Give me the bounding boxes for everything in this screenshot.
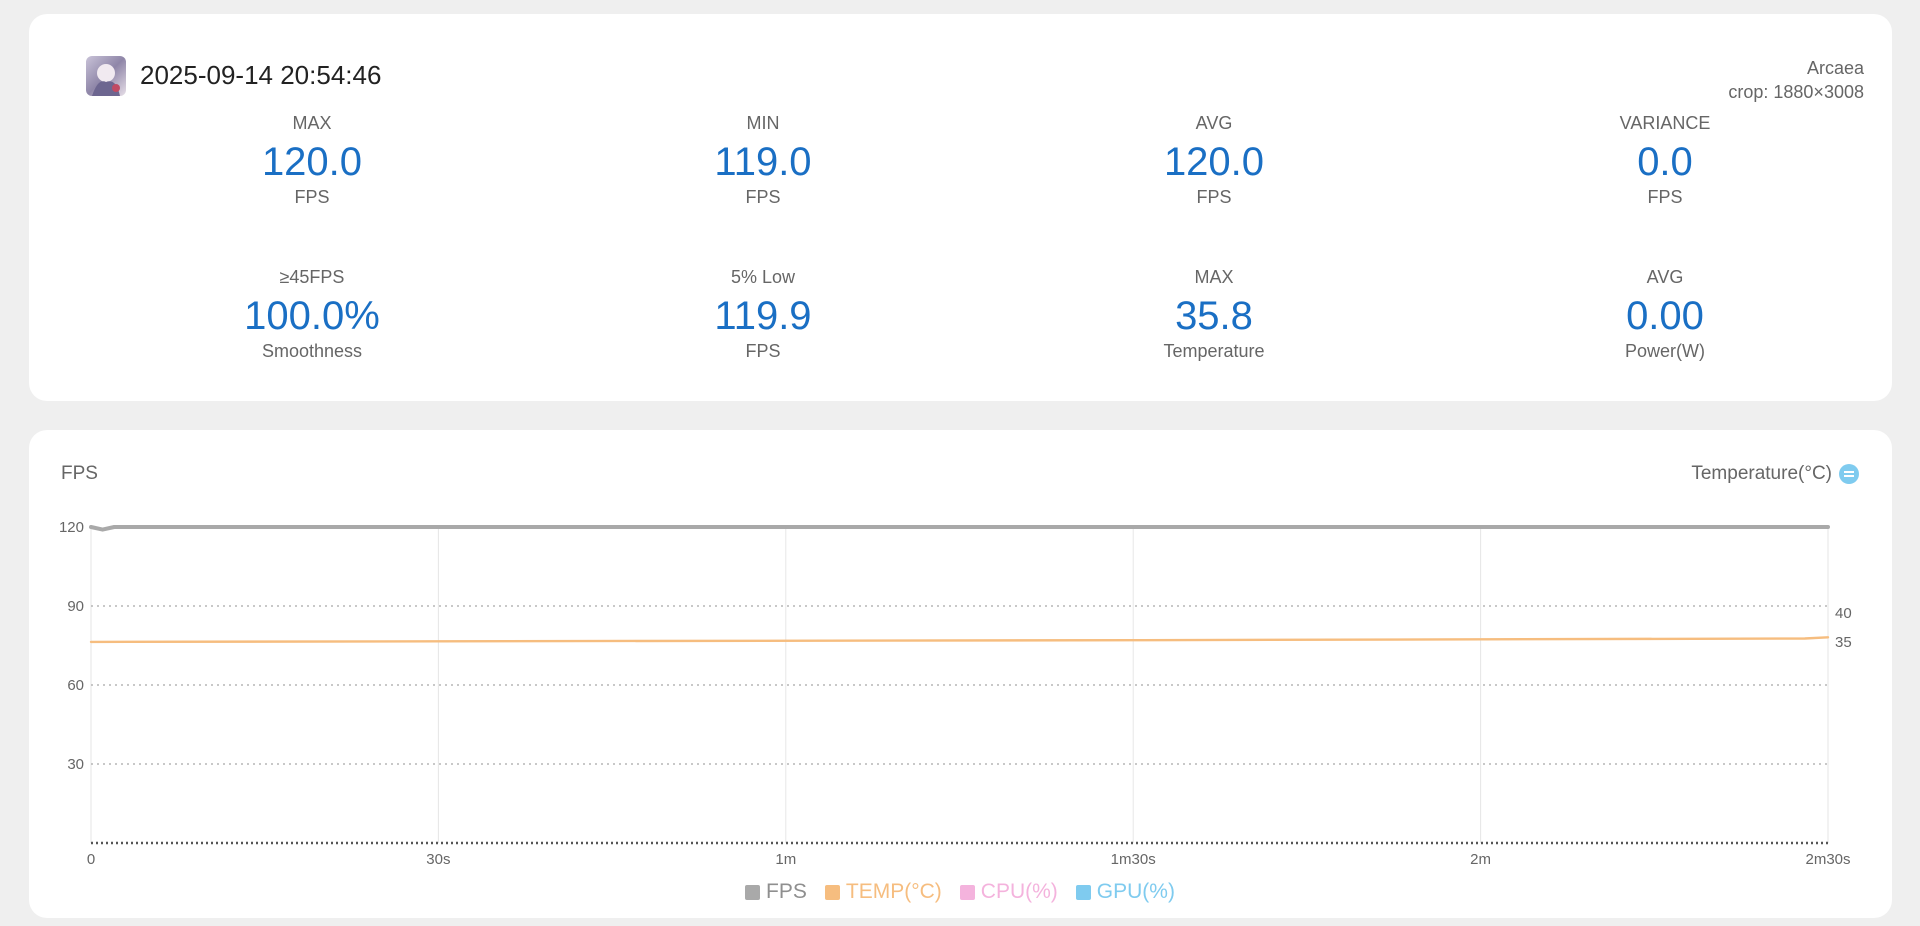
series-line-tempc bbox=[89, 636, 1830, 644]
legend-label-gpu: GPU(%) bbox=[1096, 880, 1175, 903]
y-right-tick-label: 40 bbox=[1835, 605, 1852, 622]
legend-fps[interactable]: FPS bbox=[745, 880, 807, 904]
legend-swatch-temp bbox=[824, 884, 840, 900]
chart-legend: FPS TEMP(°C) CPU(%) GPU(%) bbox=[0, 880, 1920, 904]
legend-swatch-fps bbox=[745, 884, 761, 900]
x-tick-label: 2m bbox=[1470, 851, 1491, 868]
legend-cpu[interactable]: CPU(%) bbox=[959, 880, 1058, 904]
series-line-fps bbox=[89, 525, 1830, 532]
x-tick-label: 1m30s bbox=[1111, 851, 1156, 868]
fps-temperature-chart: 0 30s 1m 1m30s 2m 2m30s 120 90 60 30 40 35 bbox=[59, 519, 1852, 868]
x-tick-label: 1m bbox=[775, 851, 796, 868]
legend-label-cpu: CPU(%) bbox=[980, 880, 1058, 903]
legend-label-temp: TEMP(°C) bbox=[845, 880, 942, 903]
y-right-tick-label: 35 bbox=[1835, 634, 1852, 651]
x-tick-label: 0 bbox=[87, 851, 95, 868]
legend-temp[interactable]: TEMP(°C) bbox=[824, 880, 942, 904]
y-left-tick-label: 60 bbox=[67, 677, 84, 694]
x-tick-label: 30s bbox=[426, 851, 450, 868]
y-left-tick-label: 120 bbox=[59, 519, 84, 536]
x-tick-label: 2m30s bbox=[1805, 851, 1850, 868]
y-left-tick-label: 30 bbox=[67, 756, 84, 773]
y-left-tick-label: 90 bbox=[67, 598, 84, 615]
legend-swatch-gpu bbox=[1075, 884, 1091, 900]
legend-gpu[interactable]: GPU(%) bbox=[1075, 880, 1175, 904]
legend-label-fps: FPS bbox=[766, 880, 807, 903]
legend-swatch-cpu bbox=[959, 884, 975, 900]
